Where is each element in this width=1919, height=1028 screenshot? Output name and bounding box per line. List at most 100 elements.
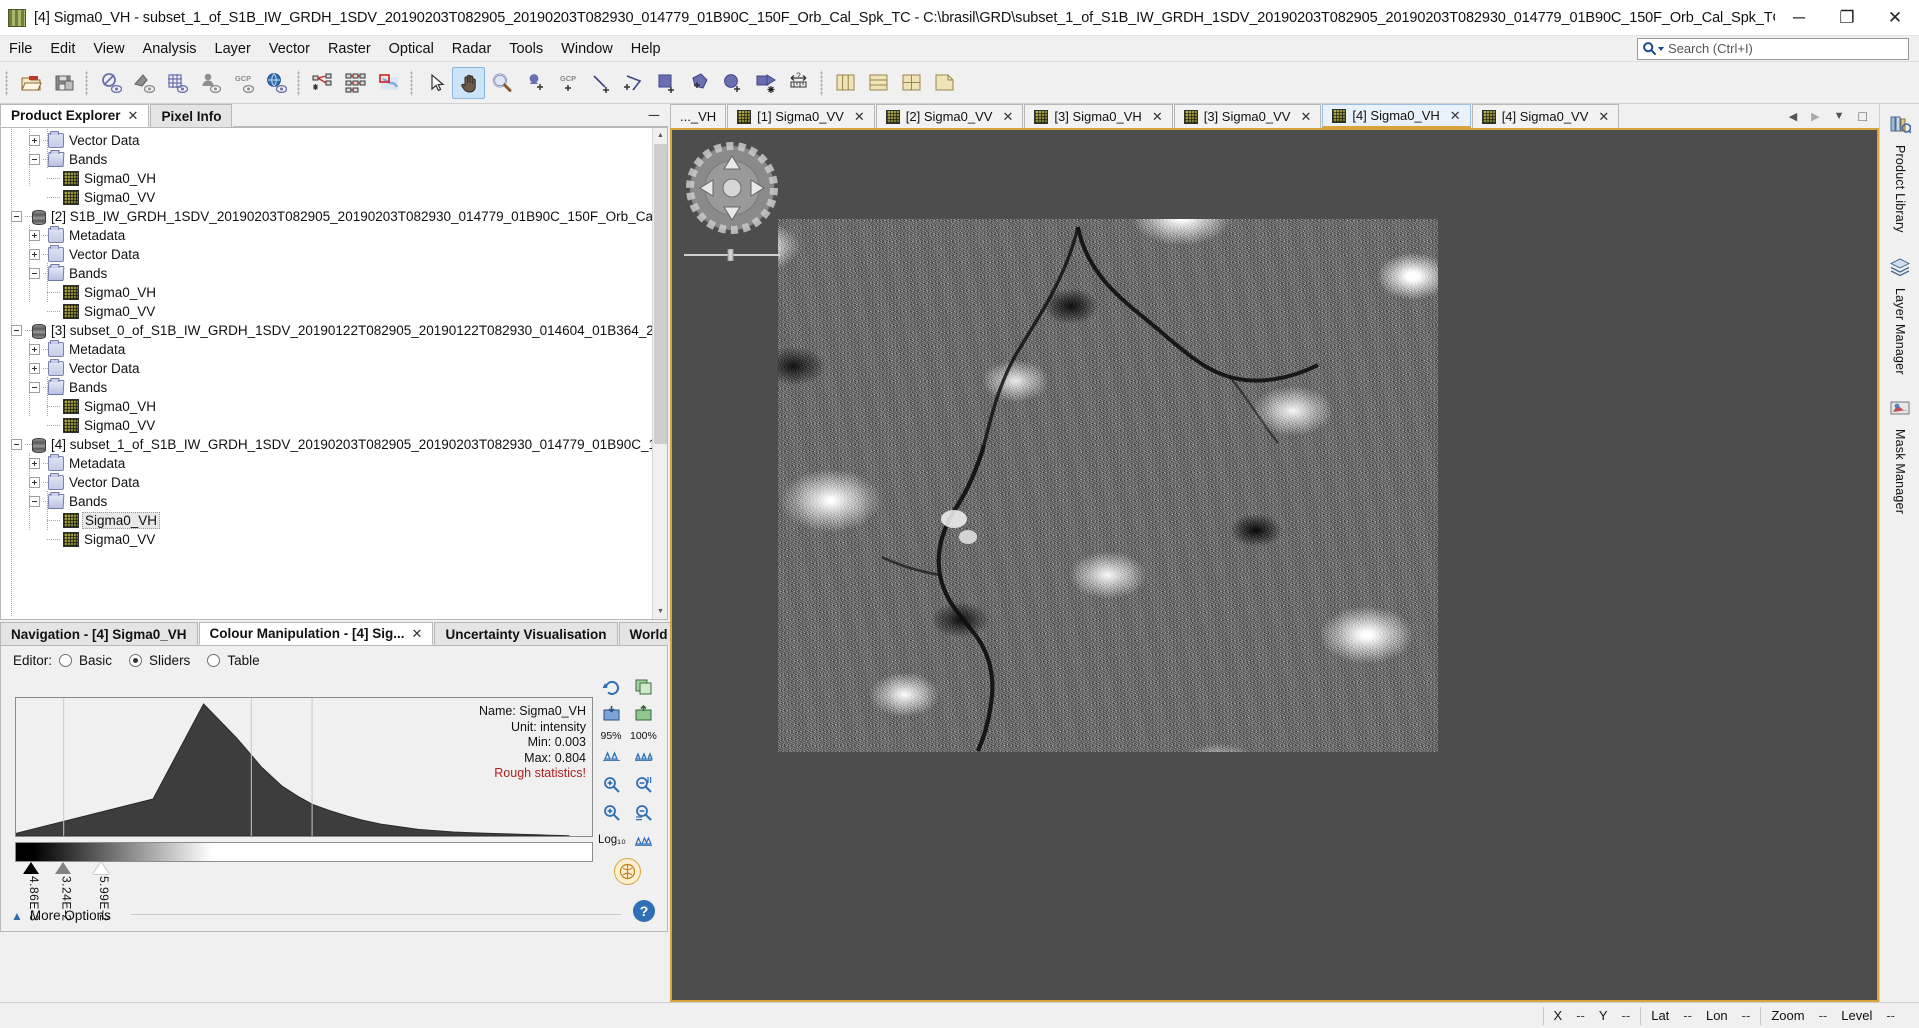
open-product-button[interactable] <box>14 67 47 99</box>
menu-optical[interactable]: Optical <box>380 38 443 60</box>
view-tab-4-sigma0-vh[interactable]: [4] Sigma0_VH✕ <box>1322 104 1470 128</box>
tree-scrollbar[interactable]: ▲ ▼ <box>652 128 667 619</box>
square-icon[interactable]: □ <box>1859 108 1867 124</box>
triangle-left-icon[interactable]: ◀ <box>1789 110 1797 123</box>
colour-gradient-bar[interactable] <box>15 842 593 862</box>
menu-tools[interactable]: Tools <box>500 38 552 60</box>
collapse-icon[interactable] <box>29 382 40 393</box>
close-icon[interactable]: ✕ <box>1300 109 1311 125</box>
log10-toggle[interactable]: Log₁₀ <box>598 834 624 846</box>
world-map-overlay-button[interactable] <box>259 67 292 99</box>
percent-95-label[interactable]: 95% <box>598 730 624 742</box>
menu-vector[interactable]: Vector <box>260 38 319 60</box>
menu-view[interactable]: View <box>84 38 133 60</box>
editor-radio-sliders-label[interactable]: Sliders <box>149 653 190 668</box>
navigation-zoom-slider[interactable] <box>682 248 782 260</box>
graticule-overlay-button[interactable] <box>160 67 193 99</box>
menu-layer[interactable]: Layer <box>206 38 260 60</box>
zoom-out-vertical-button[interactable] <box>630 800 656 824</box>
tree-row[interactable]: Bands <box>1 492 667 511</box>
tile-vertically-button[interactable] <box>862 67 895 99</box>
right-dock-item-product-library[interactable]: Product Library <box>1880 104 1919 247</box>
stretch-95-button[interactable] <box>598 744 624 768</box>
geo-overlay-button[interactable] <box>127 67 160 99</box>
polyline-drawing-button[interactable] <box>617 67 650 99</box>
tree-row[interactable]: Sigma0_VH <box>1 283 667 302</box>
tree-row[interactable]: [3] subset_0_of_S1B_IW_GRDH_1SDV_2019012… <box>1 321 667 340</box>
close-icon[interactable]: ✕ <box>1598 109 1609 125</box>
slider-handle[interactable] <box>55 862 71 874</box>
view-tab-1-sigma0-vv[interactable]: [1] Sigma0_VV✕ <box>727 104 875 128</box>
toolbar-grip-4[interactable] <box>818 70 826 96</box>
collapse-icon[interactable] <box>29 496 40 507</box>
expand-icon[interactable] <box>29 458 40 469</box>
panel-minimize-button[interactable]: ─ <box>640 104 668 127</box>
editor-radio-table-label[interactable]: Table <box>227 653 259 668</box>
search-dropdown-caret[interactable] <box>1658 47 1664 51</box>
import-palette-button[interactable] <box>598 702 624 726</box>
menu-help[interactable]: Help <box>622 38 670 60</box>
expand-icon[interactable] <box>29 477 40 488</box>
view-tab-3-sigma0-vh[interactable]: [3] Sigma0_VH✕ <box>1024 104 1172 128</box>
no-data-overlay-button[interactable] <box>94 67 127 99</box>
toolbar-grip-2[interactable] <box>295 70 303 96</box>
auto-adjust-button[interactable] <box>614 858 641 885</box>
gcp-placing-button[interactable]: GCP <box>551 67 584 99</box>
save-product-button[interactable] <box>47 67 80 99</box>
navigation-compass-icon[interactable] <box>682 138 782 238</box>
tree-row[interactable]: Vector Data <box>1 473 667 492</box>
expand-icon[interactable] <box>29 135 40 146</box>
expand-icon[interactable] <box>29 249 40 260</box>
pin-overlay-button[interactable] <box>193 67 226 99</box>
rectangle-drawing-button[interactable] <box>650 67 683 99</box>
tree-row[interactable]: [4] subset_1_of_S1B_IW_GRDH_1SDV_2019020… <box>1 435 667 454</box>
gcp-overlay-button[interactable]: GCP <box>226 67 259 99</box>
tree-row[interactable]: Metadata <box>1 226 667 245</box>
help-button[interactable]: ? <box>633 900 655 922</box>
percent-100-label[interactable]: 100% <box>630 730 656 742</box>
tree-row[interactable]: Vector Data <box>1 245 667 264</box>
menu-file[interactable]: File <box>0 38 41 60</box>
tree-row[interactable]: Bands <box>1 378 667 397</box>
right-dock-item-mask-manager[interactable]: Mask Manager <box>1880 388 1919 528</box>
tile-horizontally-button[interactable] <box>829 67 862 99</box>
tree-row[interactable]: Vector Data <box>1 359 667 378</box>
scroll-thumb[interactable] <box>654 144 667 444</box>
ellipse-drawing-button[interactable] <box>716 67 749 99</box>
search-input[interactable]: Search (Ctrl+I) <box>1668 41 1753 56</box>
selection-tool-button[interactable] <box>419 67 452 99</box>
expand-icon[interactable] <box>29 344 40 355</box>
magic-wand-button[interactable] <box>749 67 782 99</box>
tree-row[interactable]: Metadata <box>1 340 667 359</box>
triangle-right-icon[interactable]: ▶ <box>1811 110 1819 123</box>
histogram-chart[interactable]: Name: Sigma0_VH Unit: intensity Min: 0.0… <box>15 697 593 837</box>
view-tab-4-sigma0-vv[interactable]: [4] Sigma0_VV✕ <box>1472 104 1620 128</box>
editor-radio-basic[interactable] <box>59 654 72 667</box>
colour-sliders[interactable]: 4.86E-33.24E-25.99E-2 <box>15 862 593 942</box>
reset-button[interactable] <box>598 674 624 698</box>
product-tree[interactable]: Vector DataBandsSigma0_VHSigma0_VV[2] S1… <box>1 128 667 549</box>
bottom-tab-uncertainty-visualisation[interactable]: Uncertainty Visualisation <box>434 622 617 645</box>
view-tab-2-sigma0-vv[interactable]: [2] Sigma0_VV✕ <box>876 104 1024 128</box>
menu-radar[interactable]: Radar <box>443 38 501 60</box>
batch-processing-button[interactable] <box>339 67 372 99</box>
collapse-icon[interactable] <box>11 325 22 336</box>
distribution-button[interactable] <box>630 828 656 852</box>
search-box[interactable]: Search (Ctrl+I) <box>1637 38 1909 60</box>
expand-icon[interactable] <box>29 363 40 374</box>
expand-icon[interactable] <box>29 230 40 241</box>
menu-window[interactable]: Window <box>552 38 622 60</box>
slider-handle[interactable] <box>23 862 39 874</box>
collapse-icon[interactable] <box>29 268 40 279</box>
multi-apply-button[interactable] <box>630 674 656 698</box>
line-drawing-button[interactable] <box>584 67 617 99</box>
tree-row[interactable]: Sigma0_VV <box>1 302 667 321</box>
zoom-tool-button[interactable] <box>485 67 518 99</box>
scroll-up-arrow[interactable]: ▲ <box>653 128 668 143</box>
subset-button[interactable] <box>372 67 405 99</box>
toolbar-grip-0[interactable] <box>3 70 11 96</box>
triangle-down-icon[interactable]: ▼ <box>1834 110 1845 122</box>
zoom-in-vertical-button[interactable] <box>598 800 624 824</box>
editor-radio-table[interactable] <box>207 654 220 667</box>
zoom-out-horizontal-button[interactable] <box>630 772 656 796</box>
